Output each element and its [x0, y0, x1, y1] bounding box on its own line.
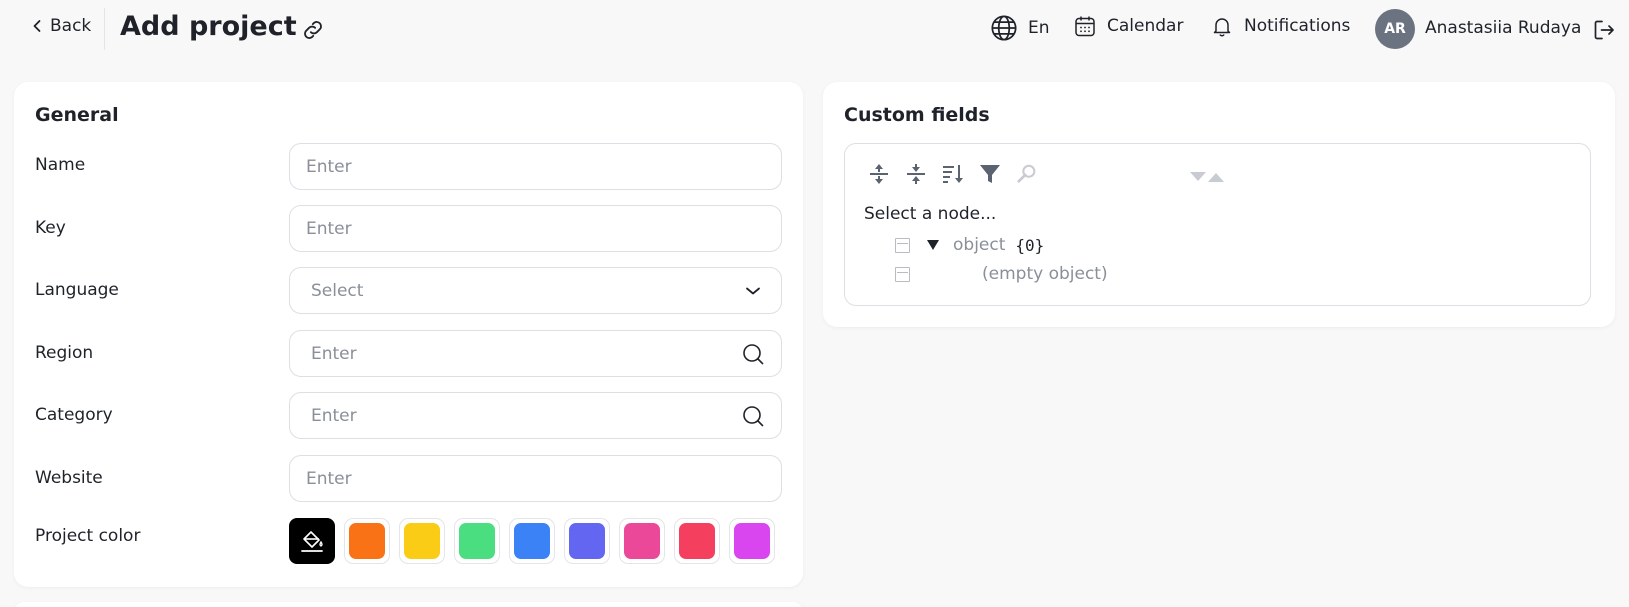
avatar[interactable]: AR — [1375, 9, 1415, 49]
paint-bucket-icon — [301, 531, 323, 552]
key-placeholder: Enter — [306, 218, 352, 239]
search-icon[interactable] — [741, 404, 765, 428]
color-swatch-red[interactable] — [674, 518, 720, 564]
custom-fields-title: Custom fields — [844, 104, 990, 126]
globe-icon — [991, 15, 1017, 41]
search-icon[interactable] — [741, 342, 765, 366]
swatch-fill — [679, 523, 715, 559]
language-select[interactable]: Select — [289, 267, 782, 314]
name-label: Name — [35, 155, 86, 175]
color-swatch-indigo[interactable] — [564, 518, 610, 564]
object-key: object — [953, 235, 1006, 255]
swatch-fill — [624, 523, 660, 559]
general-title: General — [35, 104, 119, 126]
custom-fields-card: Custom fields Select a node... object {0… — [823, 82, 1615, 327]
sort-descending-icon — [1190, 172, 1206, 181]
color-swatch-orange[interactable] — [344, 518, 390, 564]
language-placeholder: Select — [311, 280, 364, 301]
website-input[interactable]: Enter — [289, 455, 782, 502]
back-label: Back — [50, 16, 92, 36]
page-title: Add project — [120, 11, 297, 42]
sort-ascending-icon — [1208, 173, 1224, 182]
swatch-fill — [404, 523, 440, 559]
link-icon[interactable] — [300, 17, 326, 43]
name-placeholder: Enter — [306, 156, 352, 177]
swatch-fill — [349, 523, 385, 559]
paint-bucket-swatch[interactable] — [289, 518, 335, 564]
notifications-label: Notifications — [1244, 16, 1351, 36]
sort-icon[interactable] — [941, 162, 965, 186]
color-picker — [289, 518, 775, 564]
node-hint: Select a node... — [864, 204, 997, 224]
sort-direction-icons[interactable] — [1190, 172, 1224, 182]
region-placeholder: Enter — [311, 343, 357, 364]
website-placeholder: Enter — [306, 468, 352, 489]
filter-icon[interactable] — [978, 162, 1002, 186]
website-label: Website — [35, 468, 103, 488]
key-input[interactable]: Enter — [289, 205, 782, 252]
color-swatch-blue[interactable] — [509, 518, 555, 564]
key-label: Key — [35, 218, 66, 238]
category-label: Category — [35, 405, 113, 425]
chevron-left-icon — [33, 20, 41, 32]
color-swatch-green[interactable] — [454, 518, 500, 564]
tree-row-root: object {0} — [895, 235, 1044, 255]
general-card: General Name Enter Key Enter Language Se… — [14, 82, 803, 587]
context-menu-icon[interactable] — [895, 266, 910, 282]
color-swatch-yellow[interactable] — [399, 518, 445, 564]
category-placeholder: Enter — [311, 405, 357, 426]
language-field-label: Language — [35, 280, 119, 300]
swatch-fill — [734, 523, 770, 559]
category-input[interactable]: Enter — [289, 392, 782, 439]
region-input[interactable]: Enter — [289, 330, 782, 377]
region-label: Region — [35, 343, 94, 363]
swatch-fill — [459, 523, 495, 559]
header-divider — [104, 8, 105, 50]
calendar-link[interactable]: Calendar — [1073, 14, 1183, 38]
color-swatch-pink[interactable] — [619, 518, 665, 564]
language-label: En — [1028, 18, 1050, 38]
user-name[interactable]: Anastasiia Rudaya — [1425, 18, 1581, 38]
tree-row-empty: (empty object) — [895, 264, 1108, 284]
notifications-link[interactable]: Notifications — [1210, 14, 1350, 38]
calendar-icon — [1075, 16, 1095, 37]
bell-icon — [1213, 18, 1231, 37]
json-toolbar — [867, 162, 1039, 186]
swatch-fill — [569, 523, 605, 559]
next-section-card — [14, 602, 803, 607]
search-icon[interactable] — [1015, 162, 1039, 186]
expand-toggle-icon[interactable] — [927, 240, 939, 250]
context-menu-icon[interactable] — [895, 237, 910, 253]
language-switcher[interactable]: En — [990, 14, 1050, 42]
chevron-down-icon — [746, 287, 760, 294]
name-input[interactable]: Enter — [289, 143, 782, 190]
logout-icon[interactable] — [1592, 18, 1616, 42]
object-count: {0} — [1015, 235, 1045, 255]
json-editor: Select a node... object {0} (empty objec… — [844, 143, 1591, 306]
back-button[interactable]: Back — [30, 16, 91, 36]
top-header: Back Add project En Calendar Notificatio… — [0, 0, 1629, 60]
color-swatch-magenta[interactable] — [729, 518, 775, 564]
calendar-label: Calendar — [1107, 16, 1184, 36]
project-color-label: Project color — [35, 526, 141, 546]
expand-all-icon[interactable] — [867, 162, 891, 186]
swatch-fill — [514, 523, 550, 559]
empty-object-text: (empty object) — [982, 264, 1108, 284]
collapse-all-icon[interactable] — [904, 162, 928, 186]
